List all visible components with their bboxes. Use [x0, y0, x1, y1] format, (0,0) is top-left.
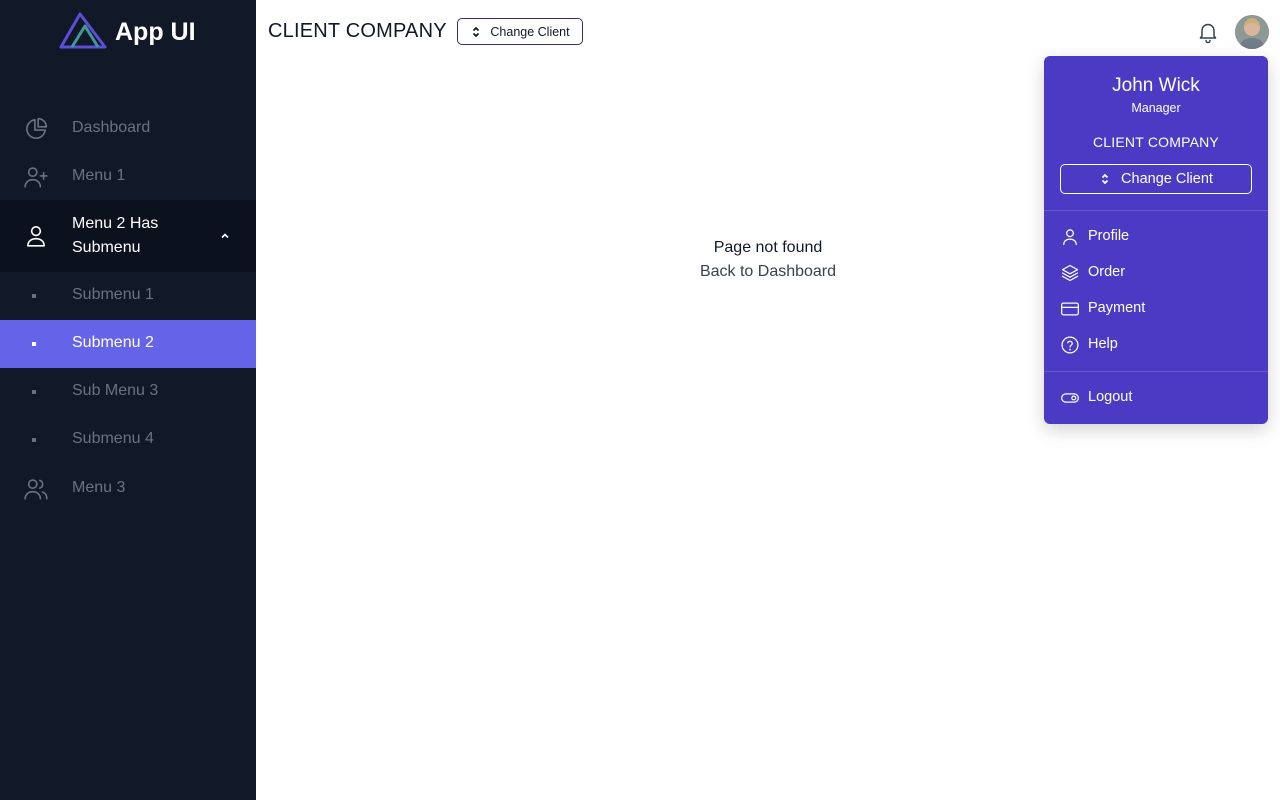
chevron-up-icon[interactable] [218, 229, 232, 243]
change-client-button[interactable]: Change Client [457, 18, 583, 45]
submenu-item-label: Submenu 2 [72, 334, 154, 351]
bullet-icon [32, 294, 36, 298]
sidebar-item-menu-2[interactable]: Menu 2 Has Submenu [0, 200, 256, 272]
pie-chart-icon [23, 116, 49, 142]
submenu-item-label: Submenu 1 [72, 286, 154, 303]
divider [1044, 210, 1268, 211]
sidebar: App UI Dashboard Menu 1 Menu 2 Has Subme… [0, 0, 256, 800]
sidebar-item-menu-1[interactable]: Menu 1 [0, 152, 256, 200]
sidebar-item-dashboard[interactable]: Dashboard [0, 104, 256, 152]
company-title: CLIENT COMPANY [268, 20, 447, 42]
app-logo[interactable]: App UI [58, 12, 196, 52]
top-header: CLIENT COMPANY Change Client [256, 0, 1280, 64]
menu-item-label: Profile [1088, 228, 1130, 244]
submenu-item-4[interactable]: Submenu 4 [0, 416, 256, 464]
sidebar-item-label: Menu 3 [72, 479, 126, 496]
app-name: App UI [115, 17, 196, 46]
selector-icon [1101, 173, 1109, 185]
sidebar-item-label: Dashboard [72, 119, 151, 136]
dropdown-change-client-button[interactable]: Change Client [1060, 164, 1252, 194]
sidebar-item-label: Menu 2 Has Submenu [72, 215, 159, 256]
divider [1044, 371, 1268, 372]
users-icon [23, 476, 49, 502]
bell-icon[interactable] [1196, 20, 1220, 44]
sidebar-item-menu-3[interactable]: Menu 3 [0, 464, 256, 512]
menu-item-label: Help [1088, 336, 1118, 352]
menu-item-label: Order [1088, 264, 1126, 280]
menu-item-profile[interactable]: Profile [1044, 221, 1268, 253]
menu-item-order[interactable]: Order [1044, 257, 1268, 289]
user-icon [1060, 227, 1080, 247]
user-dropdown-menu: John Wick Manager CLIENT COMPANY Change … [1044, 56, 1268, 424]
submenu-item-1[interactable]: Submenu 1 [0, 272, 256, 320]
selector-icon [473, 26, 480, 37]
user-name: John Wick [1112, 75, 1200, 96]
help-circle-icon [1060, 335, 1080, 355]
bullet-icon [32, 390, 36, 394]
user-icon [23, 223, 49, 249]
menu-item-logout[interactable]: Logout [1044, 382, 1268, 414]
submenu-item-label: Sub Menu 3 [72, 382, 159, 399]
layers-icon [1060, 263, 1080, 283]
change-client-label: Change Client [490, 24, 570, 39]
toggle-icon [1060, 388, 1080, 408]
sidebar-item-label: Menu 1 [72, 167, 126, 184]
credit-card-icon [1060, 299, 1080, 319]
user-plus-icon [23, 164, 49, 190]
submenu-item-2[interactable]: Submenu 2 [0, 320, 256, 368]
menu-item-label: Payment [1088, 300, 1146, 316]
submenu-item-3[interactable]: Sub Menu 3 [0, 368, 256, 416]
bullet-icon [32, 438, 36, 442]
dropdown-company-name: CLIENT COMPANY [1093, 134, 1219, 150]
menu-item-payment[interactable]: Payment [1044, 293, 1268, 325]
bullet-icon [32, 342, 36, 346]
triangle-logo-icon [58, 10, 108, 55]
user-role: Manager [1131, 101, 1181, 115]
avatar[interactable] [1235, 15, 1269, 49]
change-client-label: Change Client [1121, 171, 1213, 187]
submenu-item-label: Submenu 4 [72, 430, 154, 447]
menu-item-help[interactable]: Help [1044, 329, 1268, 361]
sidebar-nav: Dashboard Menu 1 Menu 2 Has Submenu Subm… [0, 104, 256, 512]
menu-item-label: Logout [1088, 389, 1133, 405]
